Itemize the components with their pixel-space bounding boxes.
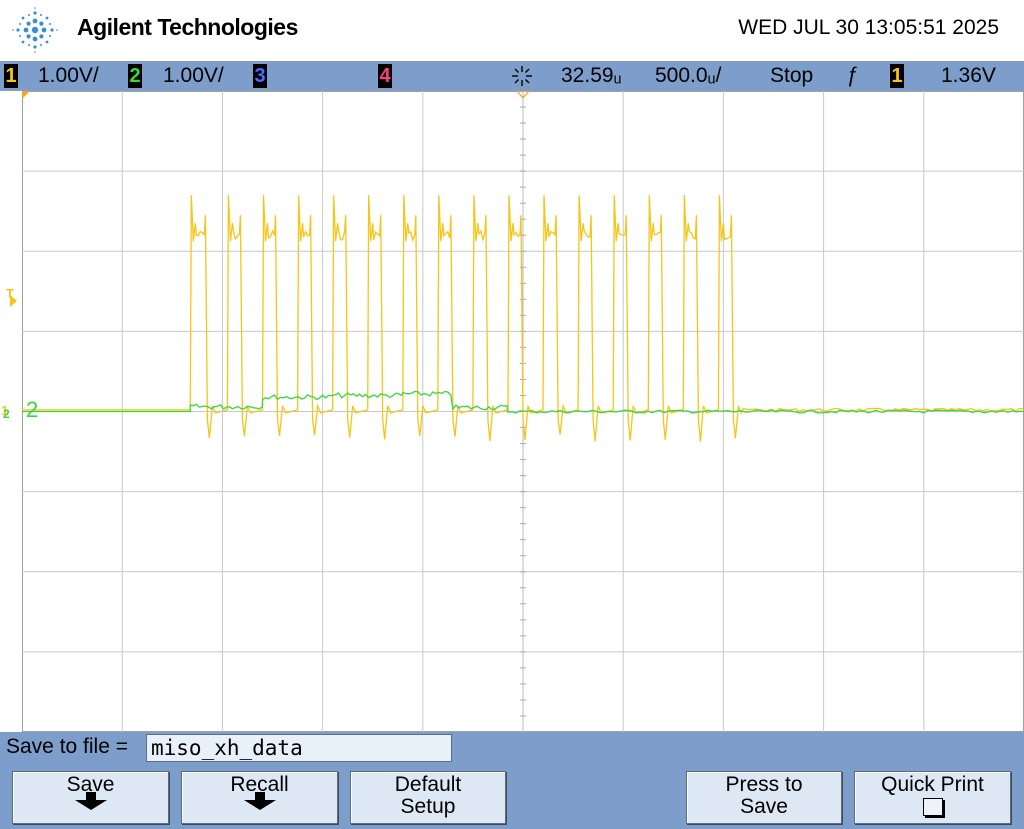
checkbox-icon (922, 798, 943, 816)
ch2-badge[interactable]: 2 (128, 64, 142, 88)
ch2-scale[interactable]: 1.00V/ (163, 61, 224, 91)
waveform-graph[interactable] (22, 90, 1024, 733)
trigger-source-badge[interactable]: 1 (890, 64, 904, 88)
waveform-display[interactable]: 2 (22, 90, 1024, 733)
softkey-panel: Save to file = miso_xh_data Save Recall … (0, 732, 1024, 829)
ch3-badge[interactable]: 3 (253, 64, 267, 88)
default-setup-line2: Setup (400, 795, 456, 818)
quick-print-label: Quick Print (881, 773, 984, 796)
timebase-value[interactable]: 500.0ᵤ/ (655, 61, 721, 91)
quick-print-button[interactable]: Quick Print (854, 771, 1011, 824)
agilent-logo-icon (12, 7, 58, 53)
down-arrow-icon (74, 792, 107, 810)
ch2-trace-label: 2 (26, 397, 39, 422)
ch1-badge[interactable]: 1 (4, 64, 18, 88)
trigger-arrow-icon (10, 295, 17, 307)
press-to-save-line2: Save (740, 795, 788, 818)
default-setup-button[interactable]: Default Setup (350, 771, 506, 824)
ch4-badge[interactable]: 4 (378, 64, 392, 88)
save-to-file-label: Save to file = (6, 735, 128, 758)
horizontal-ref-marker (22, 91, 30, 99)
status-bar: 1 1.00V/ 2 1.00V/ 3 4 32.59ᵤ 500.0ᵤ/ Sto… (0, 61, 1024, 91)
press-to-save-line1: Press to (725, 773, 803, 796)
trigger-level[interactable]: 1.36V (941, 61, 996, 91)
ch2-ground-marker[interactable]: 2 (3, 407, 10, 421)
header-bar: Agilent Technologies WED JUL 30 13:05:51… (0, 0, 1024, 61)
recall-button[interactable]: Recall (181, 771, 338, 824)
down-arrow-icon (243, 792, 276, 810)
run-state[interactable]: Stop (770, 61, 813, 91)
date-time: WED JUL 30 13:05:51 2025 (738, 16, 999, 39)
brand-name: Agilent Technologies (77, 14, 298, 40)
trigger-slope-icon: ƒ (846, 64, 858, 87)
save-button[interactable]: Save (12, 771, 169, 824)
press-to-save-button[interactable]: Press to Save (686, 771, 842, 824)
ch1-scale[interactable]: 1.00V/ (38, 61, 99, 91)
default-setup-line1: Default (394, 773, 462, 796)
delay-value[interactable]: 32.59ᵤ (561, 61, 622, 91)
left-margin: T 1 2 (0, 91, 22, 732)
delay-icon (512, 66, 532, 86)
filename-field[interactable]: miso_xh_data (146, 734, 452, 762)
